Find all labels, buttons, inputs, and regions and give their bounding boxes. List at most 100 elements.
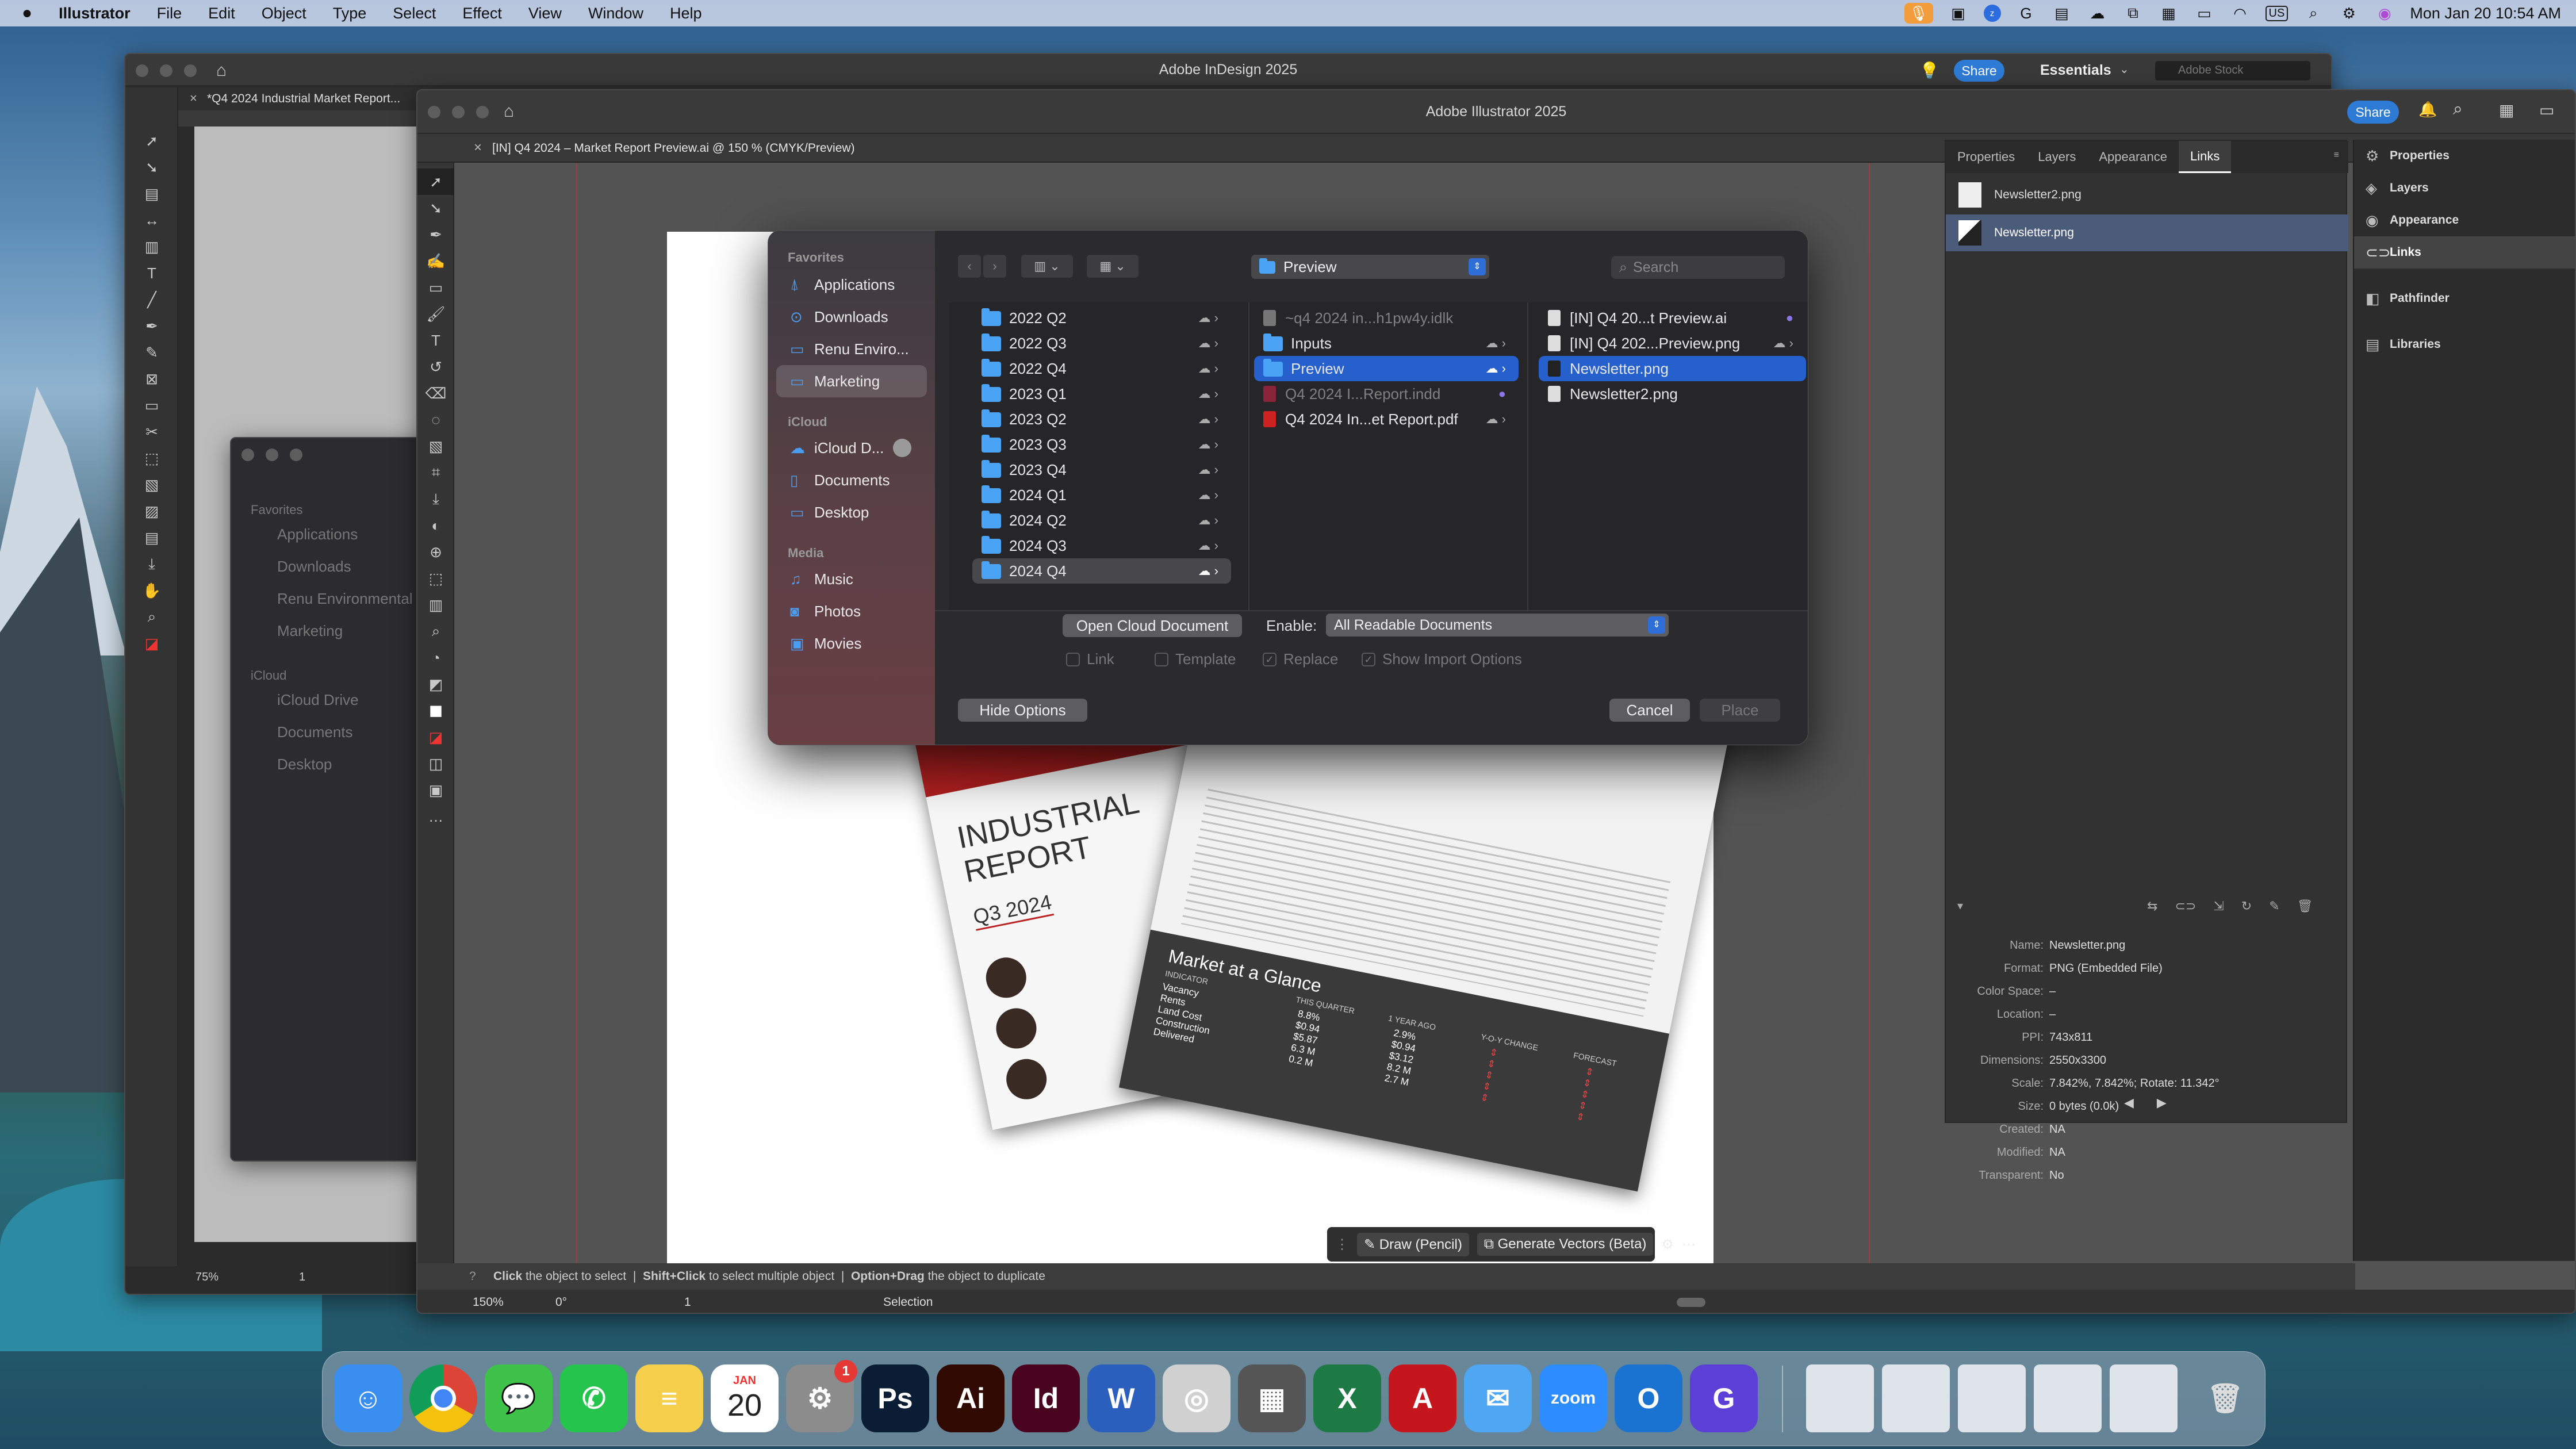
pencil-tool-icon[interactable]: ✎ (125, 339, 178, 366)
cloud-download-icon[interactable]: ☁ › (1486, 336, 1506, 351)
sidebar-item-renu[interactable]: ▭ Renu Enviro... (768, 333, 935, 365)
gradient-tool-icon[interactable]: ▧ (417, 433, 454, 459)
folder-row[interactable]: 2022 Q2 ☁ › (972, 305, 1231, 331)
close-tab-icon[interactable]: × (190, 91, 197, 106)
type-tool-icon[interactable]: T (125, 260, 178, 286)
input-source-badge[interactable]: US (2265, 5, 2288, 21)
cloud-download-icon[interactable]: ☁ › (1486, 412, 1506, 427)
link-checkbox[interactable] (1066, 652, 1080, 666)
open-cloud-document-button[interactable]: Open Cloud Document (1063, 614, 1242, 637)
panel-menu-icon[interactable]: ≡ (2325, 141, 2348, 173)
home-icon[interactable]: ⌂ (504, 102, 514, 121)
folder-row[interactable]: Inputs ☁ › (1254, 331, 1519, 356)
cloud-download-icon[interactable]: ☁ › (1198, 336, 1218, 351)
siri-icon[interactable]: ◉ (2374, 3, 2395, 24)
previous-icon[interactable]: ◀ (2124, 1095, 2134, 1110)
place-button[interactable]: Place (1700, 699, 1780, 722)
calculator-icon[interactable]: ▦ (1238, 1364, 1306, 1432)
zoom-button[interactable] (290, 448, 302, 461)
indesign-icon[interactable]: Id (1012, 1364, 1080, 1432)
eyedropper-icon[interactable]: ⤓ (125, 551, 178, 577)
folder-row[interactable]: 2023 Q3 ☁ › (972, 432, 1231, 457)
sidebar-item-applications[interactable]: ⍋ Applications (768, 269, 935, 301)
minimize-button[interactable] (266, 448, 278, 461)
minimize-button[interactable] (160, 64, 172, 77)
gradient-feather-icon[interactable]: ▨ (125, 498, 178, 524)
bg-sidebar-icloud-drive[interactable]: iCloud Drive (277, 691, 359, 709)
selection-tool-icon[interactable]: ➚ (125, 128, 178, 154)
blend-tool-icon[interactable]: ◐ (417, 512, 454, 539)
file-row[interactable]: Newsletter2.png (1539, 381, 1806, 407)
close-button[interactable] (136, 64, 148, 77)
back-button[interactable]: ‹ (958, 255, 981, 278)
go-to-link-icon[interactable]: ⇲ (2213, 899, 2224, 914)
folder-row[interactable]: Preview ☁ › (1254, 356, 1519, 381)
recent-window-thumbnail[interactable] (2110, 1364, 2178, 1432)
scissors-icon[interactable]: ✂ (125, 419, 178, 445)
properties-icon[interactable]: ⚙ (1661, 1236, 1674, 1253)
menu-help[interactable]: Help (657, 5, 715, 22)
illustrator-icon[interactable]: Ai (937, 1364, 1005, 1432)
bell-icon[interactable]: 🔔 (2418, 101, 2437, 118)
selection-tool-icon[interactable]: ➚ (417, 168, 454, 195)
folder-row[interactable]: 2024 Q1 ☁ › (972, 482, 1231, 508)
line-tool-icon[interactable]: ╱ (125, 286, 178, 313)
cloud-download-icon[interactable]: ☁ › (1198, 462, 1218, 477)
tab-appearance[interactable]: Appearance (2087, 141, 2179, 173)
calendar-icon[interactable]: JAN 20 (711, 1364, 779, 1432)
rotation-field[interactable]: 0° (555, 1295, 567, 1309)
grip-handle[interactable]: ⋮ (1335, 1236, 1349, 1253)
apple-icon[interactable]: ● (0, 3, 45, 23)
recent-window-thumbnail[interactable] (1958, 1364, 2026, 1432)
recent-doc-thumbnail[interactable] (1806, 1364, 1874, 1432)
delete-icon[interactable]: 🗑 (2297, 899, 2313, 914)
illustrator-share-button[interactable]: Share (2347, 101, 2399, 124)
tab-links[interactable]: Links (2178, 141, 2232, 173)
whatsapp-icon[interactable]: ✆ (560, 1364, 628, 1432)
template-checkbox[interactable] (1155, 652, 1168, 666)
search-icon[interactable]: ⌕ (2303, 3, 2324, 24)
menu-edit[interactable]: Edit (195, 5, 248, 22)
cloud-download-icon[interactable]: ☁ › (1198, 310, 1218, 325)
type-tool-icon[interactable]: T (417, 327, 454, 354)
folder-row[interactable]: 2022 Q4 ☁ › (972, 356, 1231, 381)
zoom-tool-icon[interactable]: ⌕ (417, 618, 454, 645)
dock-layers[interactable]: ◈ Layers (2354, 172, 2575, 204)
home-icon[interactable]: ⌂ (216, 61, 227, 80)
menu-app-name[interactable]: Illustrator (45, 5, 144, 22)
direct-selection-icon[interactable]: ➘ (125, 154, 178, 181)
bg-sidebar-marketing[interactable]: Marketing (277, 622, 343, 640)
indesign-doc-tab[interactable]: *Q4 2024 Industrial Market Report... (207, 92, 414, 106)
folder-row[interactable]: 2023 Q1 ☁ › (972, 381, 1231, 407)
tab-properties[interactable]: Properties (1946, 141, 2026, 173)
draw-mode-icon[interactable]: ◫ (417, 750, 454, 777)
location-popup[interactable]: Preview ⇕ (1251, 255, 1489, 279)
adobe-stock-search[interactable]: Adobe Stock (2155, 61, 2310, 80)
update-link-icon[interactable]: ↻ (2241, 899, 2252, 914)
more-tools-icon[interactable]: … (417, 803, 454, 830)
zoom-tool-icon[interactable]: ⌕ (125, 604, 178, 630)
dock-pathfinder[interactable]: ◧ Pathfinder (2354, 282, 2575, 315)
link-item-selected[interactable]: Newsletter.png (1946, 214, 2348, 251)
bg-sidebar-applications[interactable]: Applications (277, 526, 358, 543)
zoom-status-icon[interactable]: z (1983, 5, 2001, 22)
folder-row[interactable]: 2024 Q3 ☁ › (972, 533, 1231, 558)
wifi-icon[interactable]: ◠ (2230, 3, 2251, 24)
indesign-share-button[interactable]: Share (1954, 60, 2004, 82)
zoom-level-field[interactable]: 150% (473, 1295, 504, 1309)
cloud-download-icon[interactable]: ☁ › (1198, 513, 1218, 528)
file-row[interactable]: [IN] Q4 20...t Preview.ai ● (1539, 305, 1806, 331)
gap-tool-icon[interactable]: ↔ (125, 207, 178, 233)
screenshot-icon[interactable]: ◎ (1163, 1364, 1230, 1432)
control-center-icon[interactable]: ⚙ (2339, 3, 2359, 24)
file-row-selected[interactable]: Newsletter.png (1539, 356, 1806, 381)
folder-row[interactable]: 2024 Q2 ☁ › (972, 508, 1231, 533)
forward-button[interactable]: › (983, 255, 1006, 278)
bg-sidebar-renu[interactable]: Renu Environmental (277, 590, 413, 608)
gallery-view-button[interactable]: ▦ ⌄ (1087, 255, 1138, 278)
search-icon[interactable]: ⌕ (2453, 99, 2463, 119)
replace-checkbox[interactable]: ✓ (1263, 652, 1276, 666)
sidebar-item-icloud-drive[interactable]: ☁ iCloud D... (768, 432, 935, 464)
status-selection[interactable]: Selection (883, 1295, 933, 1309)
folder-row[interactable]: 2024 Q4 ☁ › (972, 558, 1231, 584)
